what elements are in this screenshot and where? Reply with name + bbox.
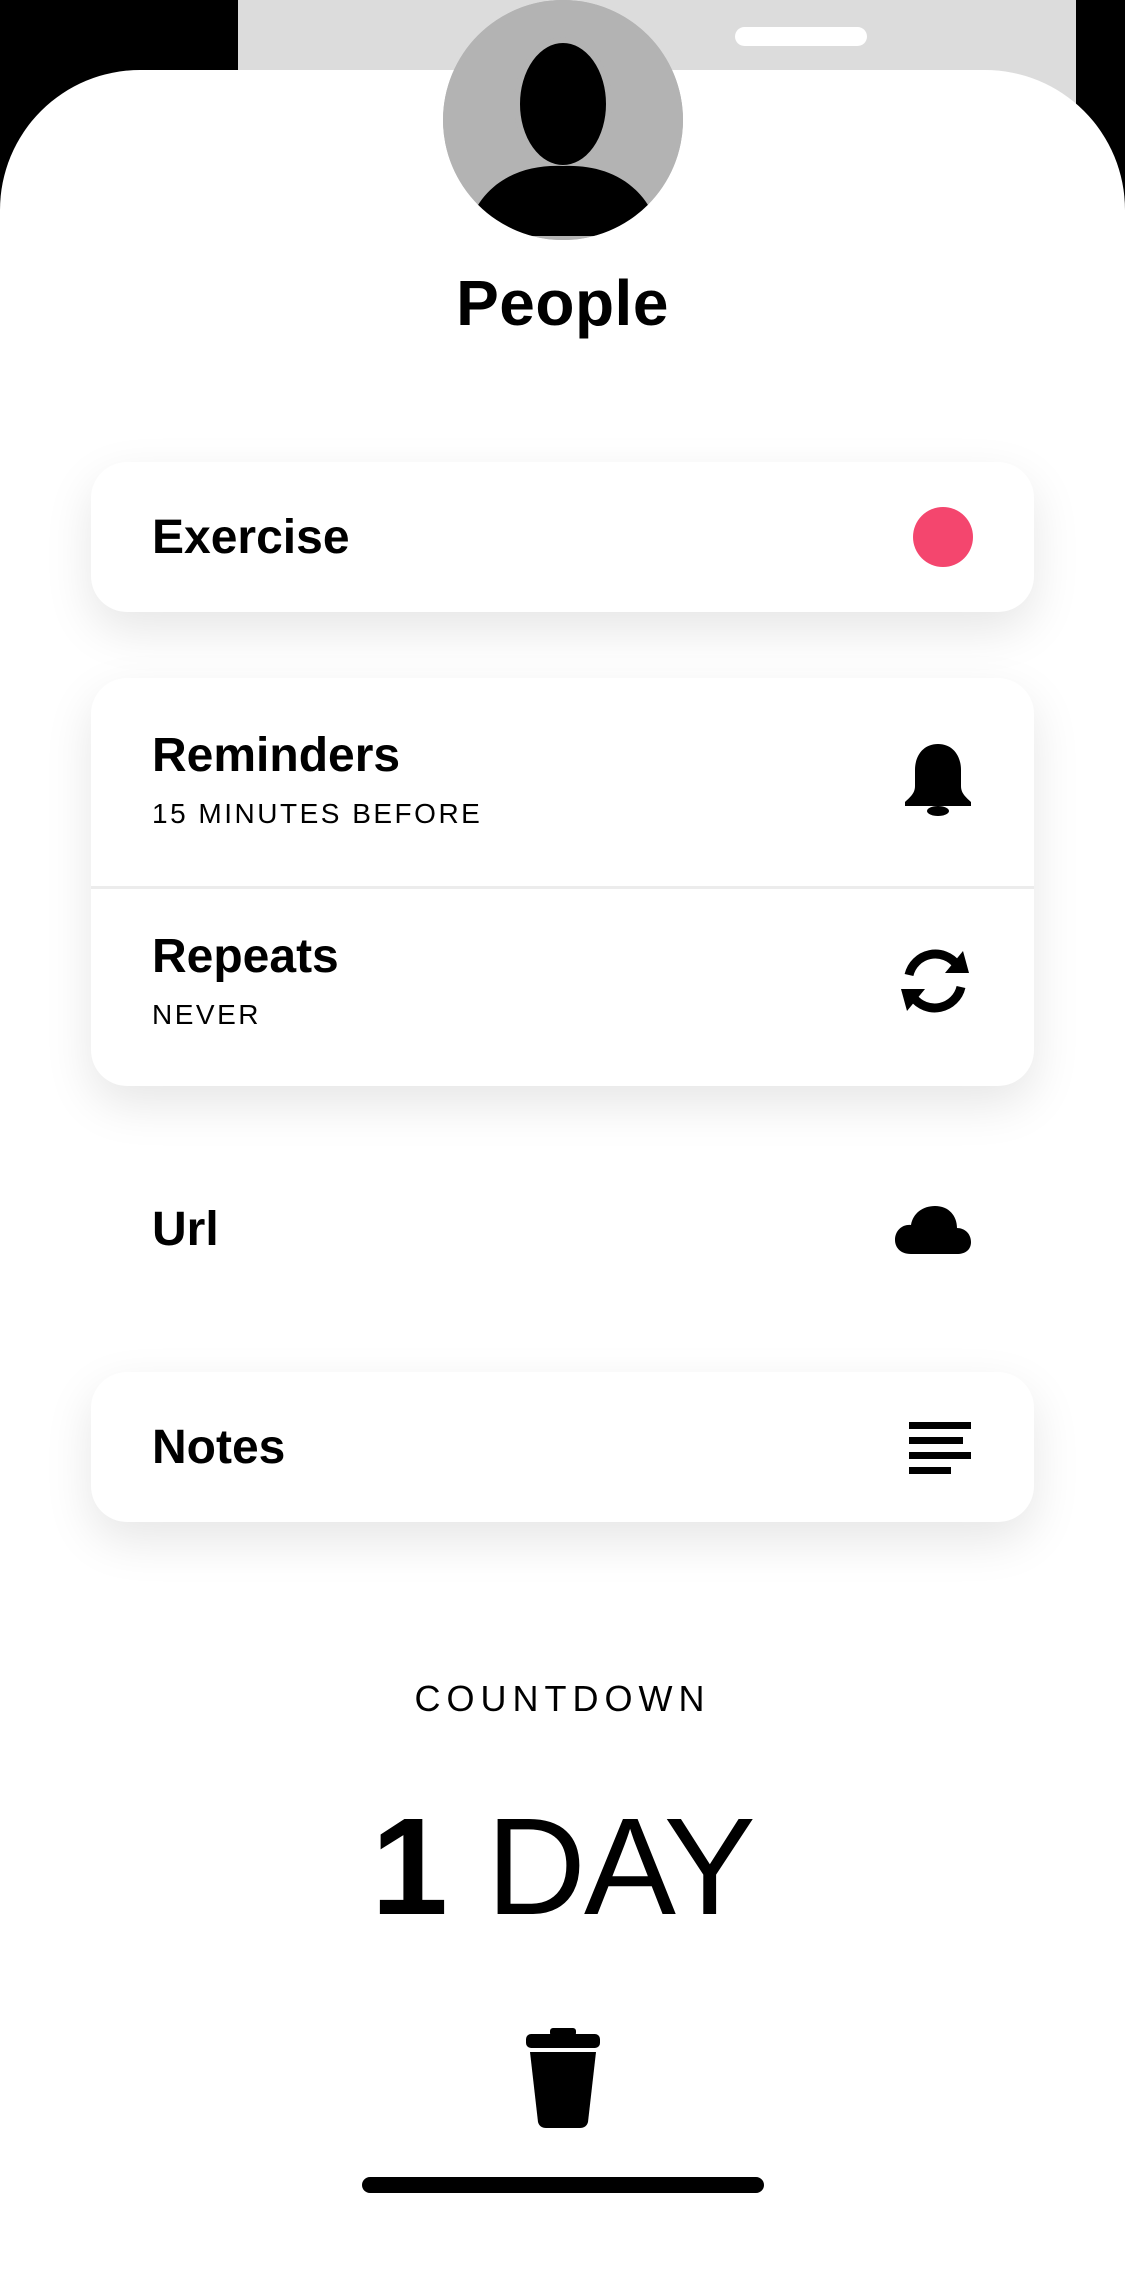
bell-icon	[903, 742, 973, 818]
trash-icon	[526, 2028, 600, 2128]
countdown-value: 1 DAY	[0, 1792, 1125, 1942]
reminders-repeats-group: Reminders 15 MINUTES BEFORE Repeats NEVE…	[91, 678, 1034, 1086]
person-silhouette-icon	[443, 0, 683, 240]
color-dot	[913, 507, 973, 567]
cloud-icon	[893, 1204, 973, 1256]
sheet-grabber[interactable]	[735, 27, 867, 46]
refresh-icon	[897, 945, 973, 1017]
reminders-label: Reminders	[152, 729, 401, 782]
avatar[interactable]	[443, 0, 683, 240]
countdown-unit: DAY	[486, 1790, 756, 1944]
event-detail-sheet: People Exercise Reminders 15 MINUTES BEF…	[0, 0, 1125, 2284]
reminders-value: 15 MINUTES BEFORE	[152, 798, 483, 829]
notes-row[interactable]: Notes	[91, 1372, 1034, 1522]
reminders-row[interactable]: Reminders 15 MINUTES BEFORE	[91, 678, 1034, 886]
notes-label: Notes	[152, 1421, 286, 1474]
repeats-label: Repeats	[152, 930, 339, 983]
repeats-value: NEVER	[152, 999, 261, 1030]
page-title: People	[456, 267, 669, 339]
url-row[interactable]: Url	[91, 1152, 1034, 1302]
countdown-number: 1	[371, 1790, 448, 1944]
calendar-label: Exercise	[152, 511, 350, 564]
calendar-color-icon	[913, 507, 973, 567]
url-label: Url	[152, 1203, 219, 1256]
countdown-label: COUNTDOWN	[414, 1678, 711, 1719]
delete-button[interactable]	[524, 2028, 602, 2128]
repeats-row[interactable]: Repeats NEVER	[91, 889, 1034, 1086]
home-indicator	[362, 2177, 764, 2193]
text-align-icon	[907, 1420, 973, 1476]
calendar-row[interactable]: Exercise	[91, 462, 1034, 612]
